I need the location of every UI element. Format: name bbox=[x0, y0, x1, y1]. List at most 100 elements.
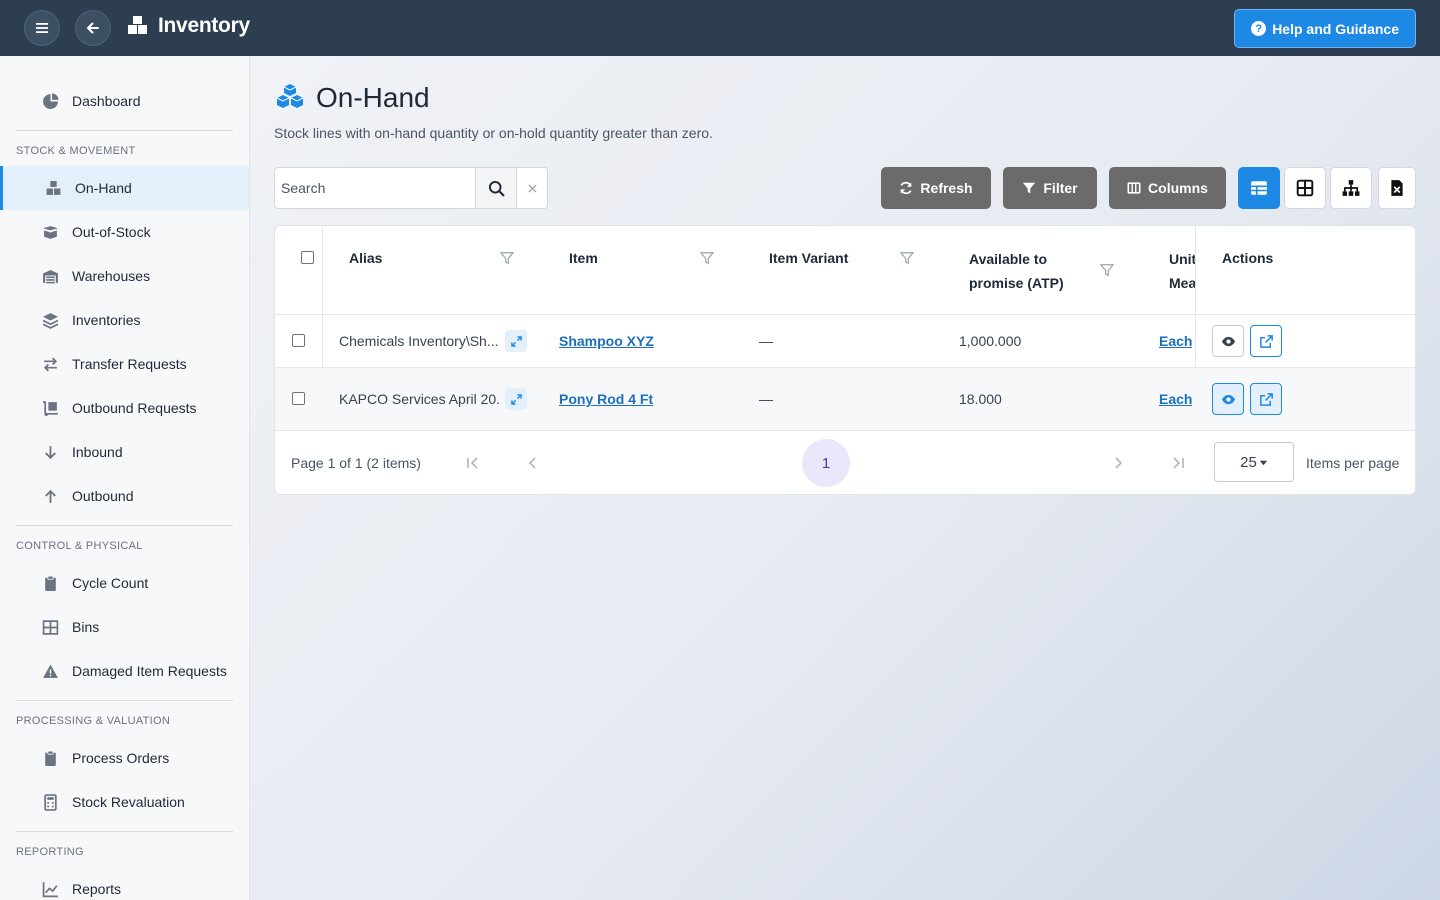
table-view-button[interactable] bbox=[1238, 167, 1280, 209]
sidebar-item-process-orders[interactable]: Process Orders bbox=[0, 736, 249, 780]
refresh-label: Refresh bbox=[920, 180, 973, 196]
grid-icon bbox=[40, 617, 60, 637]
sidebar-item-damaged-item-requests[interactable]: Damaged Item Requests bbox=[0, 649, 249, 693]
sidebar-item-bins[interactable]: Bins bbox=[0, 605, 249, 649]
page-summary: Page 1 of 1 (2 items) bbox=[291, 455, 421, 471]
sidebar-item-cycle-count[interactable]: Cycle Count bbox=[0, 561, 249, 605]
open-box-icon bbox=[40, 222, 60, 242]
arrow-left-icon bbox=[87, 22, 99, 34]
section-label-reporting: REPORTING bbox=[16, 846, 84, 858]
sidebar-item-label: Cycle Count bbox=[72, 575, 149, 591]
atp-cell: 1,000.000 bbox=[959, 333, 1022, 349]
hamburger-icon bbox=[36, 23, 48, 33]
sidebar-item-dashboard[interactable]: Dashboard bbox=[0, 79, 249, 123]
expand-arrows-icon bbox=[510, 335, 522, 347]
sidebar-item-inbound[interactable]: Inbound bbox=[0, 430, 249, 474]
uom-link[interactable]: Each bbox=[1159, 333, 1192, 349]
first-page-icon[interactable] bbox=[465, 455, 481, 471]
sidebar-item-stock-revaluation[interactable]: Stock Revaluation bbox=[0, 780, 249, 824]
help-label: Help and Guidance bbox=[1272, 20, 1399, 37]
filter-icon[interactable] bbox=[500, 251, 514, 265]
sidebar-item-on-hand[interactable]: On-Hand bbox=[0, 166, 249, 210]
sidebar-item-outbound[interactable]: Outbound bbox=[0, 474, 249, 518]
refresh-button[interactable]: Refresh bbox=[881, 167, 991, 209]
column-header-item-variant[interactable]: Item Variant bbox=[769, 226, 848, 290]
open-in-new-button[interactable] bbox=[1250, 383, 1282, 415]
close-icon bbox=[527, 183, 537, 193]
sidebar-item-warehouses[interactable]: Warehouses bbox=[0, 254, 249, 298]
arrow-up-icon bbox=[40, 486, 60, 506]
view-button[interactable] bbox=[1212, 325, 1244, 357]
open-in-new-button[interactable] bbox=[1250, 325, 1282, 357]
app-brand: Inventory bbox=[126, 14, 250, 38]
uom-link[interactable]: Each bbox=[1159, 391, 1192, 407]
export-excel-button[interactable] bbox=[1378, 167, 1416, 209]
item-cell: Shampoo XYZ bbox=[559, 315, 654, 367]
sidebar-item-label: Stock Revaluation bbox=[72, 794, 185, 810]
filter-icon[interactable] bbox=[900, 251, 914, 265]
divider bbox=[16, 831, 233, 832]
column-header-alias[interactable]: Alias bbox=[349, 226, 382, 290]
filter-icon[interactable] bbox=[1100, 263, 1114, 277]
calculator-icon bbox=[40, 792, 60, 812]
sidebar-item-outbound-requests[interactable]: Outbound Requests bbox=[0, 386, 249, 430]
table-row: KAPCO Services April 20... Pony Rod 4 Ft… bbox=[275, 368, 1415, 431]
help-and-guidance-button[interactable]: ? Help and Guidance bbox=[1234, 9, 1416, 48]
filter-button[interactable]: Filter bbox=[1003, 167, 1097, 209]
sidebar-item-reports[interactable]: Reports bbox=[0, 867, 249, 900]
sidebar-item-out-of-stock[interactable]: Out-of-Stock bbox=[0, 210, 249, 254]
clear-search-button[interactable] bbox=[517, 168, 547, 208]
refresh-icon bbox=[900, 181, 913, 195]
cubes-icon bbox=[276, 84, 304, 108]
next-page-icon[interactable] bbox=[1110, 455, 1126, 471]
filter-icon[interactable] bbox=[700, 251, 714, 265]
arrows-exchange-icon bbox=[40, 354, 60, 374]
search-icon bbox=[488, 180, 504, 196]
sidebar-item-label: Inbound bbox=[72, 444, 123, 460]
row-checkbox[interactable] bbox=[292, 334, 305, 347]
search-button[interactable] bbox=[476, 168, 517, 208]
select-all-checkbox[interactable] bbox=[301, 251, 314, 264]
item-link[interactable]: Pony Rod 4 Ft bbox=[559, 391, 653, 407]
expand-button[interactable] bbox=[505, 330, 527, 352]
column-header-unit-of-measure[interactable]: Unit Mea bbox=[1169, 226, 1195, 315]
clipboard-icon bbox=[40, 573, 60, 593]
hierarchy-view-button[interactable] bbox=[1330, 167, 1372, 209]
column-header-atp[interactable]: Available to promise (ATP) bbox=[969, 226, 1064, 315]
grid-view-button[interactable] bbox=[1284, 167, 1326, 209]
current-page-button[interactable]: 1 bbox=[802, 439, 850, 487]
cubes-icon bbox=[43, 178, 63, 198]
sidebar-item-label: Warehouses bbox=[72, 268, 151, 284]
sidebar-item-label: Damaged Item Requests bbox=[72, 663, 227, 679]
hamburger-menu-button[interactable] bbox=[24, 10, 60, 46]
column-header-atp-line1: Available to bbox=[969, 250, 1048, 267]
layers-icon bbox=[40, 310, 60, 330]
top-bar: Inventory ? Help and Guidance bbox=[0, 0, 1440, 56]
last-page-icon[interactable] bbox=[1170, 455, 1186, 471]
sidebar-item-inventories[interactable]: Inventories bbox=[0, 298, 249, 342]
previous-page-icon[interactable] bbox=[525, 455, 541, 471]
divider bbox=[16, 700, 233, 701]
columns-button[interactable]: Columns bbox=[1109, 167, 1226, 209]
sidebar-item-label: On-Hand bbox=[75, 180, 132, 196]
row-checkbox[interactable] bbox=[292, 392, 305, 405]
column-header-uom-line2: Mea bbox=[1169, 274, 1195, 291]
search-input[interactable] bbox=[275, 168, 476, 208]
back-button[interactable] bbox=[75, 10, 111, 46]
view-button[interactable] bbox=[1212, 383, 1244, 415]
eye-icon bbox=[1221, 336, 1235, 346]
search-group bbox=[274, 167, 548, 209]
sidebar-item-label: Bins bbox=[72, 619, 100, 635]
section-label-processing-valuation: PROCESSING & VALUATION bbox=[16, 715, 171, 727]
clipboard-icon bbox=[40, 748, 60, 768]
column-header-item[interactable]: Item bbox=[569, 226, 598, 290]
table-row: Chemicals Inventory\Sh... Shampoo XYZ — … bbox=[275, 315, 1415, 368]
item-link[interactable]: Shampoo XYZ bbox=[559, 333, 654, 349]
grid-icon bbox=[1296, 179, 1314, 197]
page-heading: On-Hand bbox=[274, 82, 430, 114]
app-title: Inventory bbox=[158, 14, 250, 37]
pie-chart-icon bbox=[40, 91, 60, 111]
sidebar-item-transfer-requests[interactable]: Transfer Requests bbox=[0, 342, 249, 386]
expand-button[interactable] bbox=[505, 388, 527, 410]
items-per-page-select[interactable]: 25 bbox=[1214, 442, 1294, 482]
